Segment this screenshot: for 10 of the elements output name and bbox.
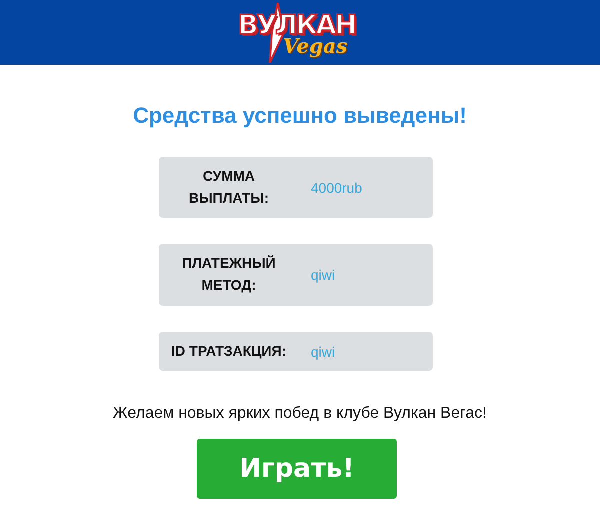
play-button[interactable]: Играть! bbox=[197, 439, 397, 500]
detail-label: СУММА ВЫПЛАТЫ: bbox=[188, 167, 270, 208]
logo-subbrand: Vegas bbox=[283, 36, 348, 56]
detail-value: qiwi bbox=[311, 344, 336, 360]
success-title: Средства успешно выведены! bbox=[133, 103, 467, 129]
detail-value: 4000rub bbox=[311, 180, 362, 196]
detail-value: qiwi bbox=[311, 267, 336, 284]
detail-label: ID ТРАТЗАКЦИЯ: bbox=[170, 342, 288, 361]
wish-message: Желаем новых ярких побед в клубе Вулкан Вегас! bbox=[113, 405, 487, 424]
detail-label: ПЛАТЕЖНЫЙ МЕТОД: bbox=[181, 254, 277, 296]
